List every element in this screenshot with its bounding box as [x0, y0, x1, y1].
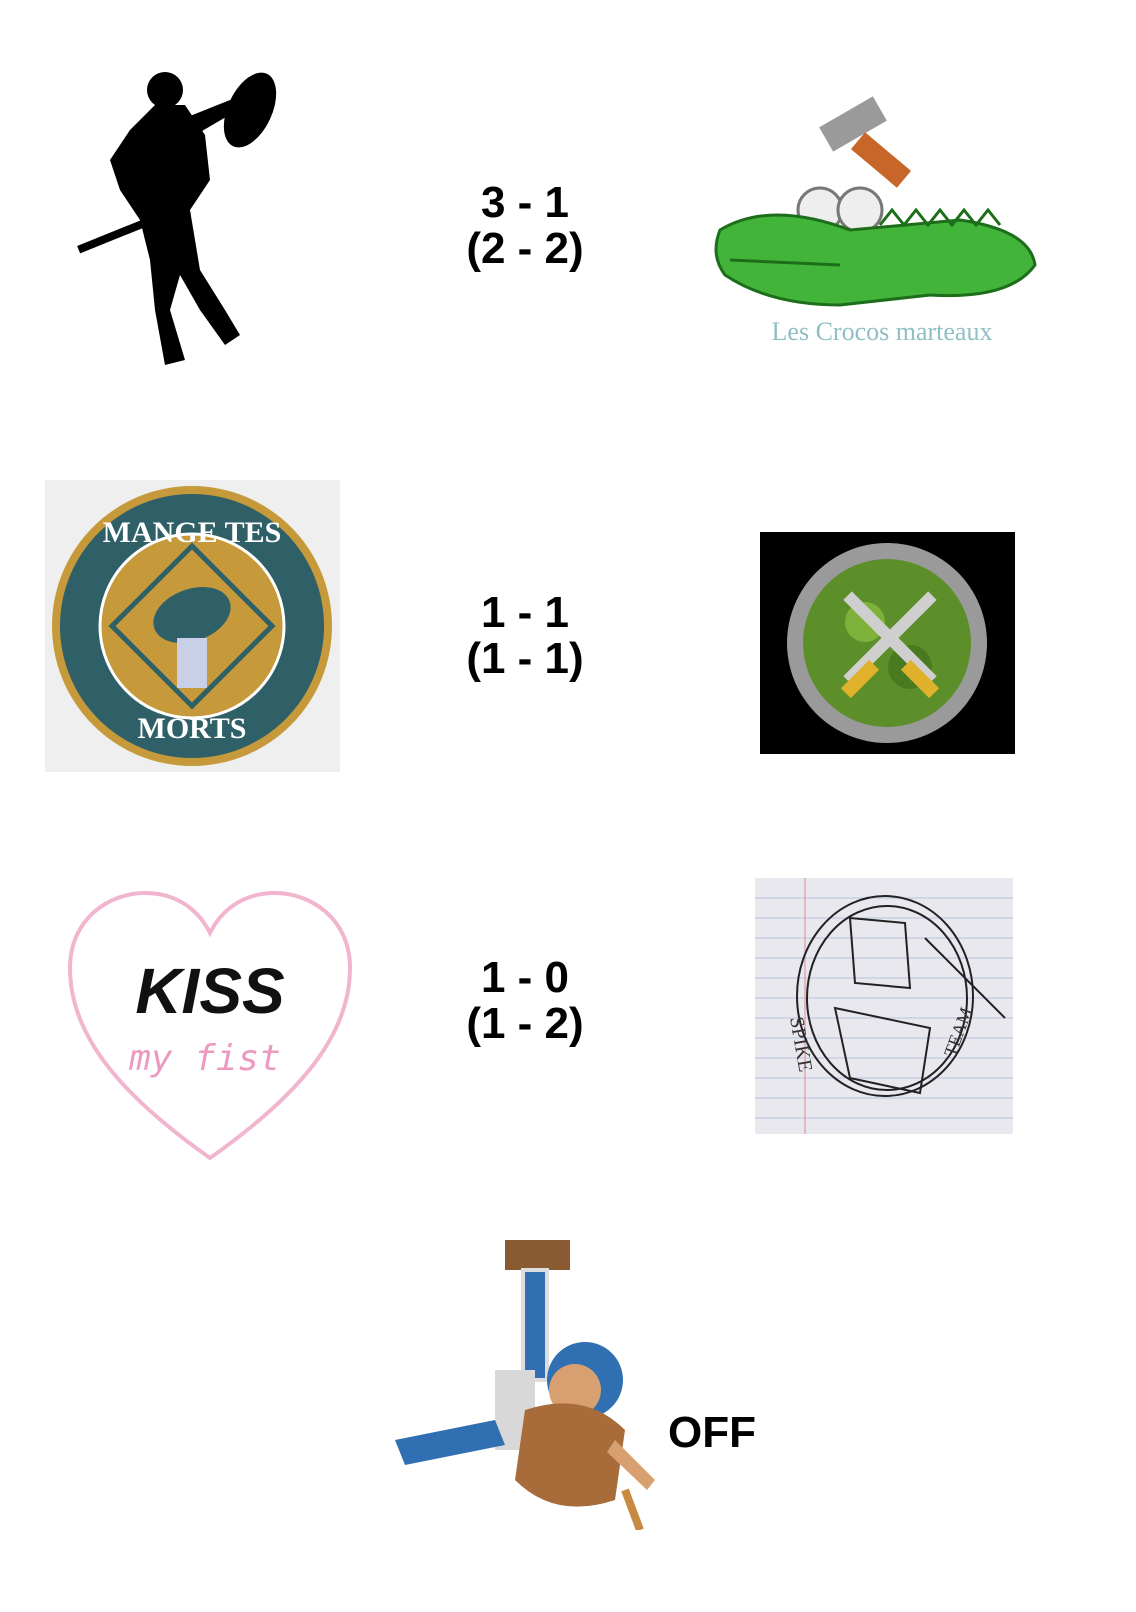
score-main: 1 - 0	[480, 953, 570, 1002]
sketch-shield-icon: SPIKE TEAM	[755, 878, 1013, 1134]
crocodile-hammer-icon: Les Crocos marteaux	[710, 90, 1055, 355]
score-main: 1 - 1	[480, 588, 570, 637]
warrior-silhouette-icon	[70, 60, 330, 380]
match-score-1: 3 - 1 (2 - 2)	[395, 180, 655, 272]
crocos-caption: Les Crocos marteaux	[772, 317, 993, 346]
crossed-fork-knife-icon	[760, 532, 1015, 754]
score-secondary: (2 - 2)	[466, 224, 584, 273]
crest-top-text: MANGE TES	[103, 516, 282, 549]
score-secondary: (1 - 1)	[466, 634, 584, 683]
score-main: 3 - 1	[480, 178, 570, 227]
match-score-2: 1 - 1 (1 - 1)	[395, 590, 655, 682]
score-secondary: (1 - 2)	[466, 999, 584, 1048]
kiss-subtext: my fist	[128, 1038, 281, 1079]
bye-label: OFF	[668, 1408, 756, 1457]
heart-icon: KISS my fist	[65, 888, 355, 1163]
match-score-3: 1 - 0 (1 - 2)	[395, 955, 655, 1047]
team-crest-icon: MANGE TES MORTS	[45, 480, 340, 772]
fallen-player-icon	[385, 1240, 675, 1530]
crest-bottom-text: MORTS	[138, 712, 247, 745]
kiss-text: KISS	[135, 955, 285, 1027]
